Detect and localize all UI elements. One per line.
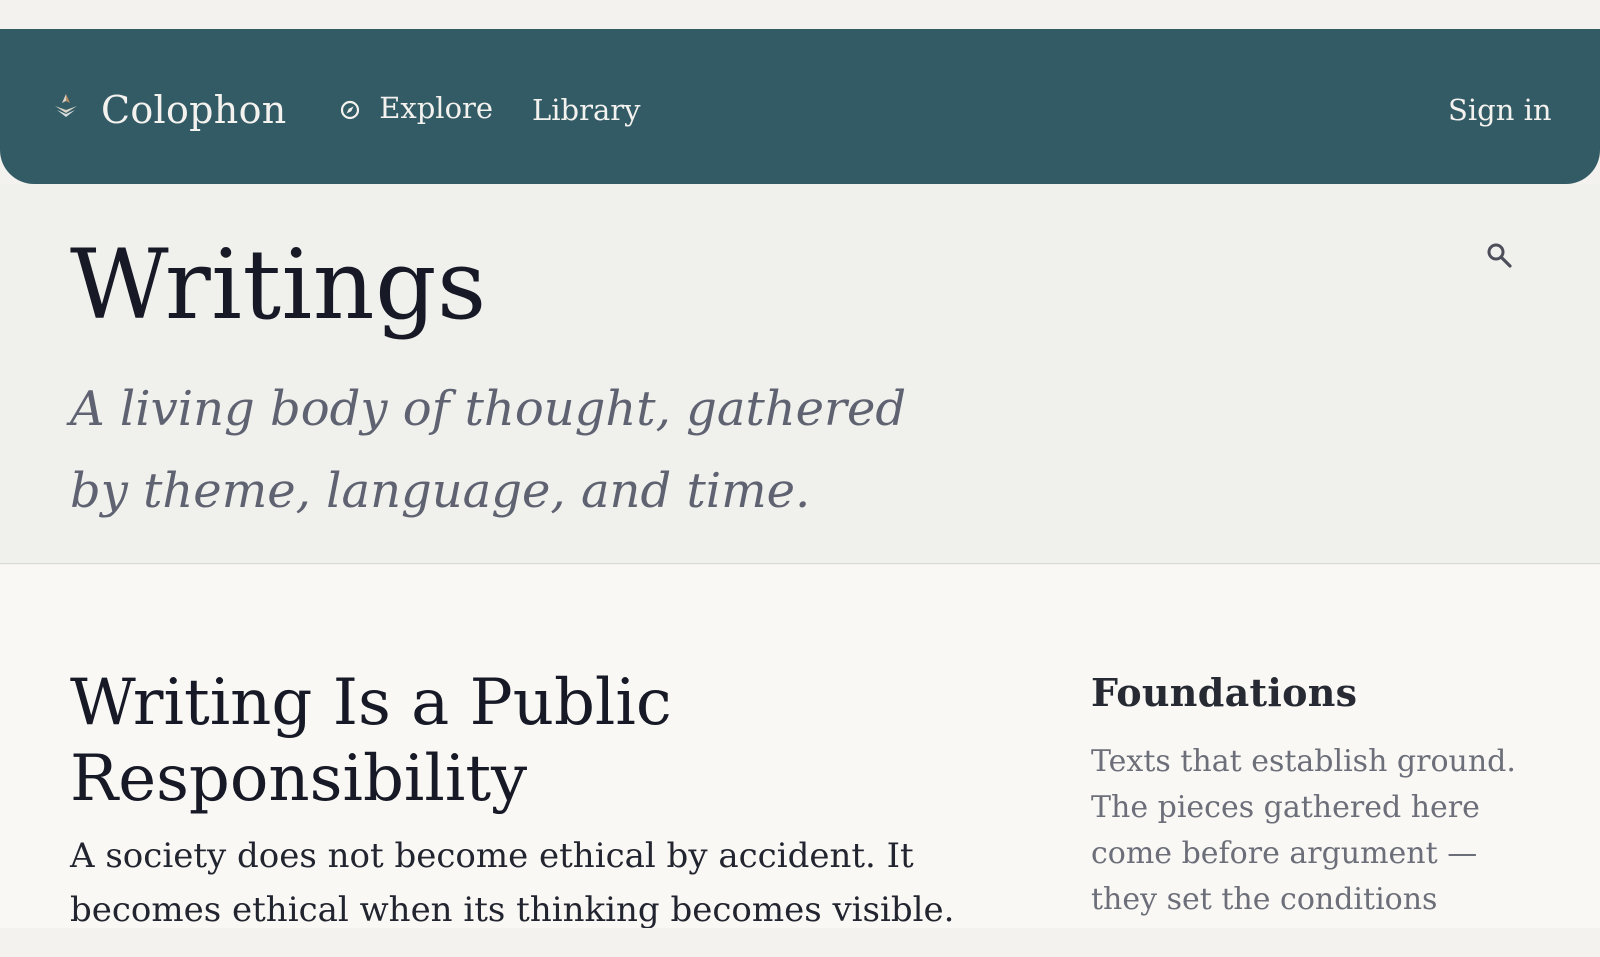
article-excerpt: A society does not become ethical by acc… [70, 836, 955, 928]
article-title-link[interactable]: Writing Is a Public Responsibility [70, 665, 1030, 817]
sign-in-link[interactable]: Sign in [1448, 92, 1552, 128]
writings-hero: Writings A living body of thought, gathe… [0, 184, 1600, 564]
brand-name[interactable]: Colophon [101, 87, 287, 133]
nav-library-link[interactable]: Library [532, 92, 641, 128]
foundations-heading: Foundations [1091, 670, 1358, 715]
search-icon[interactable] [1484, 240, 1516, 272]
nav-explore-link[interactable]: Explore [340, 90, 493, 126]
bottom-window-strip [0, 928, 1600, 957]
page-title: Writings [70, 229, 487, 341]
top-navigation: Colophon Explore Library Sign in [0, 29, 1600, 184]
foundations-description: Texts that establish ground. The pieces … [1091, 744, 1516, 917]
writings-list: Writing Is a Public Responsibility A soc… [0, 565, 1600, 928]
top-window-strip [0, 0, 1600, 29]
nav-explore-label: Explore [379, 91, 494, 125]
book-stack-icon [55, 94, 77, 117]
page-subtitle: A living body of thought, gathered by th… [70, 381, 907, 519]
compass-icon [340, 100, 360, 120]
